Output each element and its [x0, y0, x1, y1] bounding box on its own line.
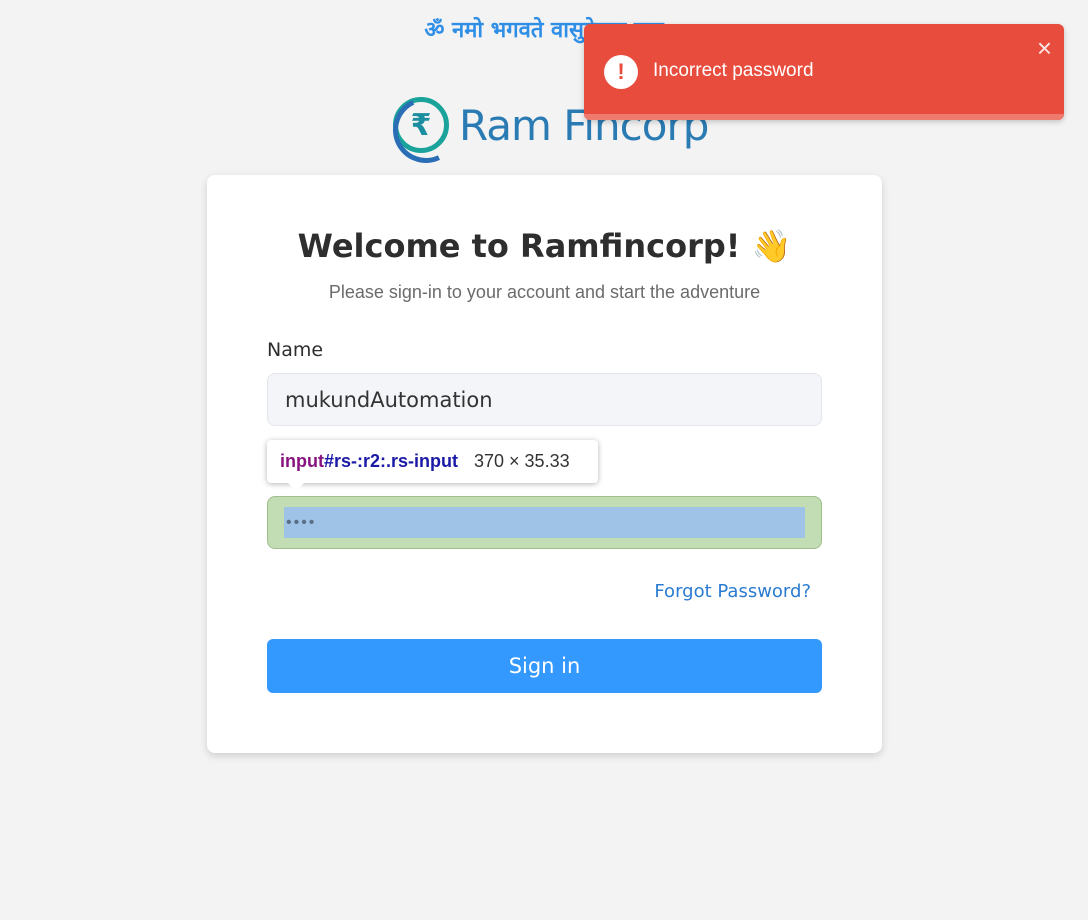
inspector-selector: #rs-:r2:.rs-input [323, 451, 458, 471]
login-card: Welcome to Ramfincorp! 👋 Please sign-in … [207, 175, 882, 753]
page-title: Welcome to Ramfincorp! 👋 [297, 227, 792, 265]
error-toast: ! Incorrect password × [584, 24, 1064, 120]
close-icon[interactable]: × [1037, 33, 1052, 64]
page-subtitle: Please sign-in to your account and start… [328, 282, 761, 302]
alert-icon: ! [604, 55, 638, 89]
toast-progress-bar [584, 114, 1064, 120]
inspector-tag: input [280, 451, 324, 471]
password-value: •••• [284, 507, 805, 538]
rupee-symbol: ₹ [410, 107, 432, 143]
password-input[interactable]: •••• [267, 496, 822, 549]
devtools-inspector-tooltip: input #rs-:r2:.rs-input 370 × 35.33 [267, 440, 598, 491]
inspector-size: 370 × 35.33 [474, 451, 570, 471]
rupee-logo-icon: ₹ [393, 97, 449, 153]
sign-in-button[interactable]: Sign in [267, 639, 822, 693]
name-label: Name [267, 339, 324, 361]
toast-message: Incorrect password [653, 60, 814, 81]
name-input[interactable]: mukundAutomation [267, 373, 822, 426]
forgot-password-link[interactable]: Forgot Password? [651, 581, 811, 602]
